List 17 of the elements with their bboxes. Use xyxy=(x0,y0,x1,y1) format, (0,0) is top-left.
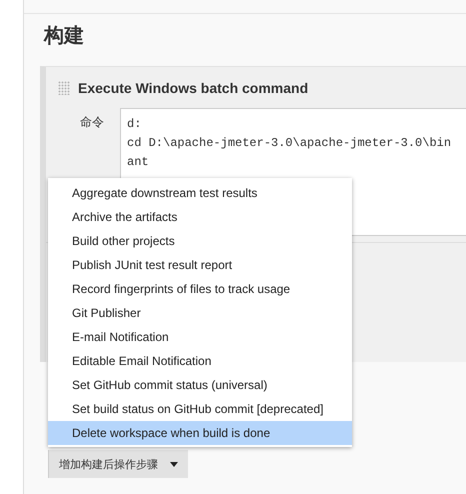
menu-item[interactable]: E-mail Notification xyxy=(48,325,352,349)
menu-item[interactable]: Set build status on GitHub commit [deprecated] xyxy=(48,397,352,421)
menu-item[interactable]: Delete workspace when build is done xyxy=(48,421,352,445)
menu-item[interactable]: Git Publisher xyxy=(48,301,352,325)
command-line: ant xyxy=(127,154,150,171)
section-heading: 构建 xyxy=(44,22,85,49)
caret-icon xyxy=(170,462,178,466)
drag-handle-icon[interactable] xyxy=(58,81,70,95)
menu-item[interactable]: Record fingerprints of files to track usage xyxy=(48,277,352,301)
command-line: d: xyxy=(127,116,142,133)
field-label: 命令 xyxy=(79,114,105,131)
menu-item[interactable]: Editable Email Notification xyxy=(48,349,352,373)
add-post-build-step-button[interactable]: 增加构建后操作步骤 xyxy=(48,450,188,478)
build-step-title: Execute Windows batch command xyxy=(78,80,308,96)
command-line: cd D:\apache-jmeter-3.0\apache-jmeter-3.0\bin xyxy=(127,135,452,152)
menu-item[interactable]: Set GitHub commit status (universal) xyxy=(48,373,352,397)
menu-item[interactable]: Publish JUnit test result report xyxy=(48,253,352,277)
